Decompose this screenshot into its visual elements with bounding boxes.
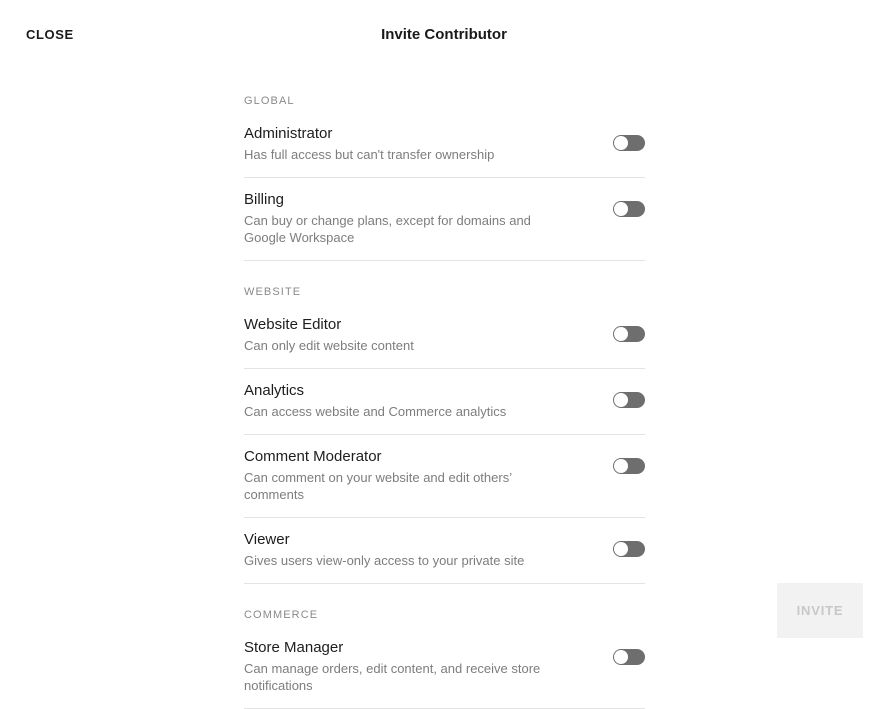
section-label: GLOBAL	[244, 95, 295, 107]
permission-row[interactable]: Billing Can buy or change plans, except f…	[244, 178, 645, 261]
permission-title: Administrator	[244, 125, 333, 142]
permission-title: Website Editor	[244, 316, 342, 333]
permission-row[interactable]: Administrator Has full access but can't t…	[244, 112, 645, 178]
permission-section: GLOBAL Administrator Has full access but c…	[244, 70, 645, 261]
section-label: WEBSITE	[244, 286, 302, 298]
permission-toggle-icon[interactable]	[613, 326, 645, 342]
permission-description: Can buy or change plans, except for doma…	[244, 213, 531, 245]
permission-text: Analytics Can access website and Commerce…	[244, 381, 584, 420]
page-title: Invite Contributor	[381, 26, 507, 43]
permission-row[interactable]: Comment Moderator Can comment on your web…	[244, 435, 645, 518]
permission-section: COMMERCE Store Manager Can manage orders, …	[244, 584, 645, 709]
permission-text: Administrator Has full access but can't t…	[244, 124, 584, 163]
toggle-knob	[614, 136, 628, 150]
toggle-knob	[614, 393, 628, 407]
permission-text: Billing Can buy or change plans, except f…	[244, 190, 584, 246]
permission-text: Comment Moderator Can comment on your web…	[244, 447, 584, 503]
modal-header: CLOSE Invite Contributor	[0, 0, 888, 70]
permission-description: Can only edit website content	[244, 338, 414, 353]
toggle-knob	[614, 650, 628, 664]
permission-description: Has full access but can't transfer owner…	[244, 147, 495, 162]
permission-toggle-icon[interactable]	[613, 649, 645, 665]
permission-title: Store Manager	[244, 639, 344, 656]
section-label: COMMERCE	[244, 609, 319, 621]
permission-title: Billing	[244, 191, 285, 208]
permission-title: Comment Moderator	[244, 448, 382, 465]
permission-toggle-icon[interactable]	[613, 135, 645, 151]
permission-toggle-icon[interactable]	[613, 392, 645, 408]
permission-toggle-icon[interactable]	[613, 458, 645, 474]
permission-row[interactable]: Website Editor Can only edit website cont…	[244, 303, 645, 369]
permission-description: Can access website and Commerce analytic…	[244, 404, 507, 419]
permission-description: Gives users view-only access to your pri…	[244, 553, 525, 568]
permission-section: WEBSITE Website Editor Can only edit websi…	[244, 261, 645, 584]
toggle-knob	[614, 202, 628, 216]
permission-title: Viewer	[244, 531, 290, 548]
permission-row[interactable]: Viewer Gives users view-only access to yo…	[244, 518, 645, 584]
permission-text: Store Manager Can manage orders, edit con…	[244, 638, 584, 694]
permission-description: Can comment on your website and edit oth…	[244, 470, 512, 502]
permission-toggle-icon[interactable]	[613, 201, 645, 217]
permissions-list: GLOBAL Administrator Has full access but c…	[244, 70, 645, 709]
toggle-knob	[614, 327, 628, 341]
permission-text: Website Editor Can only edit website cont…	[244, 315, 584, 354]
toggle-knob	[614, 459, 628, 473]
permission-description: Can manage orders, edit content, and rec…	[244, 661, 541, 693]
permission-text: Viewer Gives users view-only access to yo…	[244, 530, 584, 569]
permission-title: Analytics	[244, 382, 305, 399]
invite-button[interactable]: INVITE	[777, 583, 863, 638]
toggle-knob	[614, 542, 628, 556]
permission-toggle-icon[interactable]	[613, 541, 645, 557]
permission-row[interactable]: Analytics Can access website and Commerce…	[244, 369, 645, 435]
permission-row[interactable]: Store Manager Can manage orders, edit con…	[244, 626, 645, 709]
